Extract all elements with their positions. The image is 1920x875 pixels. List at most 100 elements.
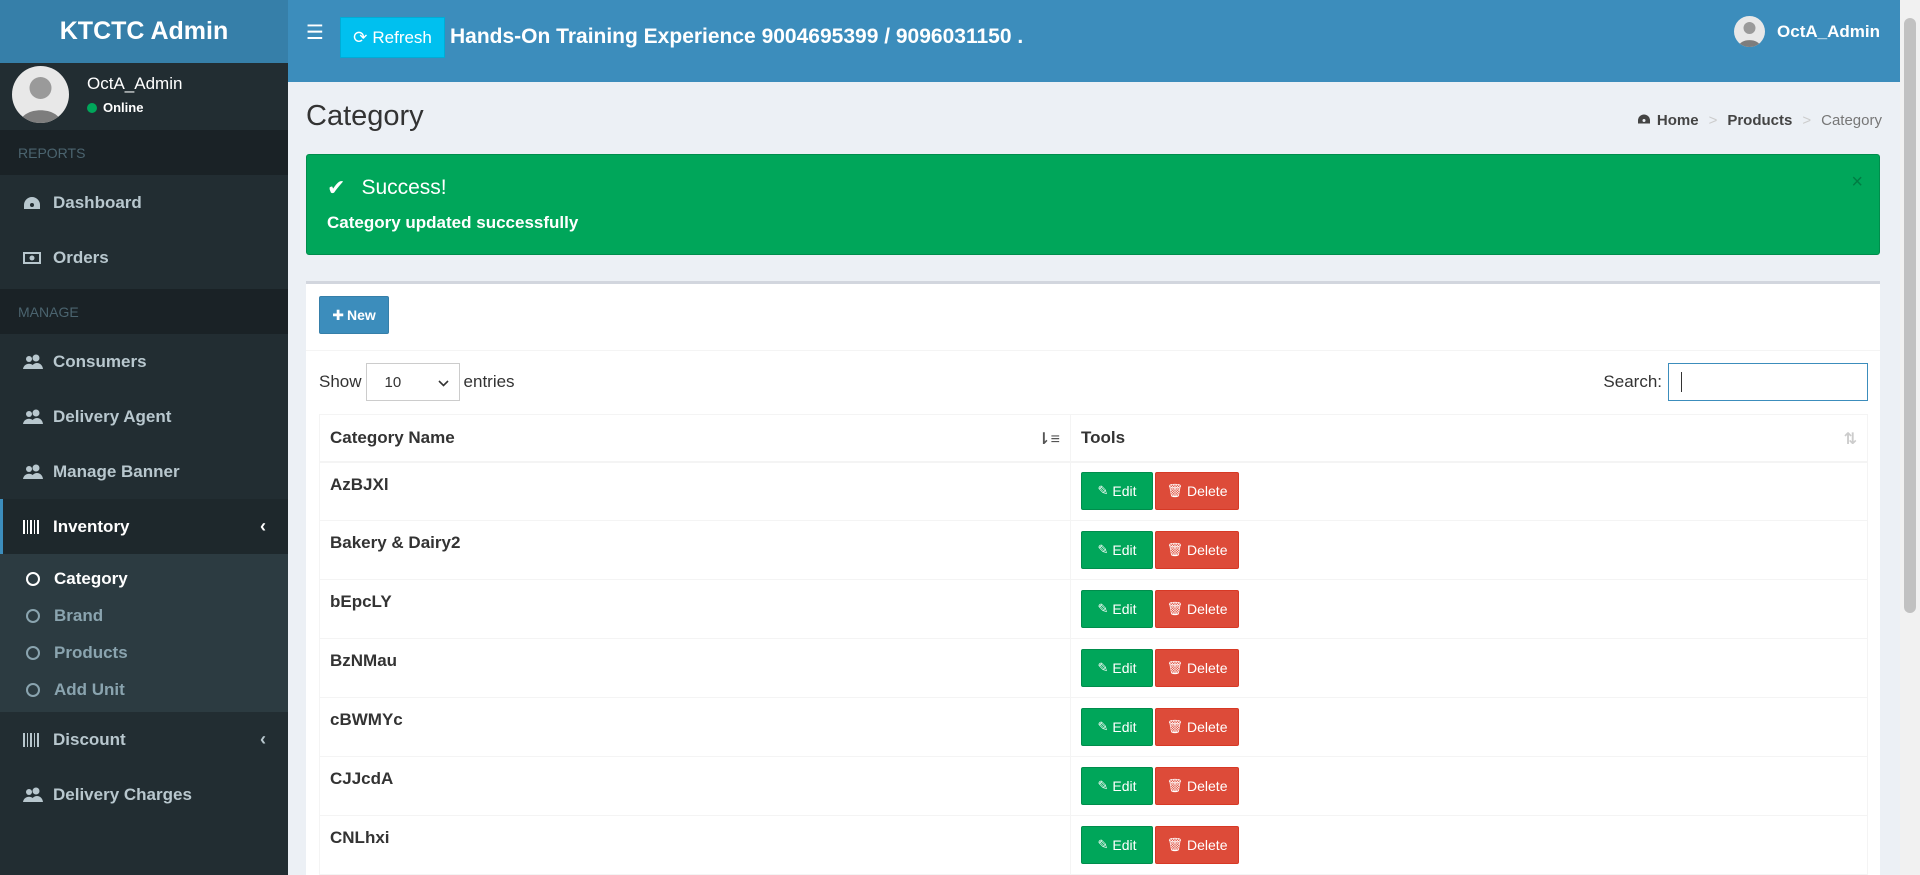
- hamburger-menu-icon[interactable]: ☰: [306, 20, 324, 45]
- header-user-menu[interactable]: OctA_Admin: [1734, 16, 1880, 47]
- delete-button[interactable]: 🗑 Delete: [1155, 649, 1239, 687]
- delete-button[interactable]: 🗑 Delete: [1155, 826, 1239, 864]
- alert-message: Category updated successfully: [327, 213, 579, 232]
- circle-icon: [26, 608, 40, 623]
- online-dot-icon: [87, 102, 97, 113]
- text-caret: [1681, 372, 1682, 392]
- column-header-category-name[interactable]: Category Name ⇂≡: [319, 414, 1071, 463]
- breadcrumb-separator: >: [1708, 112, 1718, 129]
- category-name-cell: BzNMau: [319, 638, 1071, 698]
- edit-icon: ✎: [1097, 778, 1109, 793]
- search-control: Search:: [1603, 363, 1868, 401]
- chevron-left-icon: ‹: [260, 729, 266, 749]
- sidebar-item-label: Orders: [53, 247, 109, 267]
- table-row: cBWMYc ✎ Edit 🗑 Delete: [319, 697, 1868, 757]
- success-alert: ✔ Success! Category updated successfully…: [306, 154, 1880, 255]
- barcode-icon: [23, 732, 45, 747]
- delete-button[interactable]: 🗑 Delete: [1155, 531, 1239, 569]
- breadcrumb-separator: >: [1802, 112, 1812, 129]
- scrollbar-thumb[interactable]: [1904, 18, 1916, 613]
- users-icon: [23, 354, 45, 370]
- sidebar-item-discount[interactable]: Discount ‹: [0, 712, 288, 767]
- sidebar-item-consumers[interactable]: Consumers: [0, 334, 288, 389]
- category-name-cell: bEpcLY: [319, 579, 1071, 639]
- tools-cell: ✎ Edit 🗑 Delete: [1070, 461, 1868, 521]
- category-name-cell: Bakery & Dairy2: [319, 520, 1071, 580]
- table-row: Bakery & Dairy2 ✎ Edit 🗑 Delete: [319, 520, 1868, 580]
- delete-button[interactable]: 🗑 Delete: [1155, 767, 1239, 805]
- circle-icon: [26, 682, 40, 697]
- tools-cell: ✎ Edit 🗑 Delete: [1070, 579, 1868, 639]
- edit-icon: ✎: [1097, 719, 1109, 734]
- header-title: Hands-On Training Experience 9004695399 …: [450, 25, 1024, 48]
- users-icon: [23, 409, 45, 425]
- edit-icon: ✎: [1097, 601, 1109, 616]
- menu-header-reports: REPORTS: [0, 130, 288, 175]
- column-header-tools[interactable]: Tools ⇅: [1070, 414, 1868, 463]
- breadcrumb-home[interactable]: Home: [1657, 112, 1699, 129]
- page-scrollbar[interactable]: [1900, 0, 1920, 875]
- category-name-cell: CJJcdA: [319, 756, 1071, 816]
- dashboard-icon: [1637, 112, 1651, 129]
- sidebar-item-inventory[interactable]: Inventory ‹: [0, 499, 288, 554]
- dashboard-icon: [23, 195, 45, 211]
- trash-icon: 🗑: [1166, 542, 1184, 557]
- delete-button[interactable]: 🗑 Delete: [1155, 472, 1239, 511]
- users-icon: [23, 464, 45, 480]
- page-title: Category: [306, 100, 424, 132]
- sidebar-item-label: Manage Banner: [53, 461, 180, 481]
- table-row: CNLhxi ✎ Edit 🗑 Delete: [319, 815, 1868, 875]
- edit-icon: ✎: [1097, 837, 1109, 852]
- edit-button[interactable]: ✎ Edit: [1081, 472, 1153, 511]
- user-avatar: [12, 66, 69, 123]
- table-row: CJJcdA ✎ Edit 🗑 Delete: [319, 756, 1868, 816]
- entries-select[interactable]: 10: [365, 363, 460, 401]
- delete-button[interactable]: 🗑 Delete: [1155, 590, 1239, 628]
- sidebar-subitem-category[interactable]: Category: [0, 560, 288, 597]
- trash-icon: 🗑: [1166, 483, 1184, 499]
- edit-button[interactable]: ✎ Edit: [1081, 826, 1153, 864]
- edit-button[interactable]: ✎ Edit: [1081, 767, 1153, 805]
- sidebar-item-dashboard[interactable]: Dashboard: [0, 175, 288, 230]
- sidebar-subitem-products[interactable]: Products: [0, 634, 288, 671]
- sidebar-subitem-brand[interactable]: Brand: [0, 597, 288, 634]
- sidebar-item-label: Delivery Charges: [53, 784, 192, 804]
- sidebar-item-delivery-charges[interactable]: Delivery Charges: [0, 767, 288, 822]
- edit-button[interactable]: ✎ Edit: [1081, 590, 1153, 628]
- sidebar-item-orders[interactable]: Orders: [0, 230, 288, 285]
- app-logo[interactable]: KTCTC Admin: [0, 0, 288, 63]
- delete-button[interactable]: 🗑 Delete: [1155, 708, 1239, 746]
- header-avatar: [1734, 16, 1766, 47]
- table-row: BzNMau ✎ Edit 🗑 Delete: [319, 638, 1868, 698]
- alert-title: Success!: [361, 176, 447, 199]
- sidebar-item-manage-banner[interactable]: Manage Banner: [0, 444, 288, 499]
- header-user-name: OctA_Admin: [1777, 21, 1880, 41]
- breadcrumb-products[interactable]: Products: [1727, 112, 1792, 129]
- entries-label: entries: [463, 372, 515, 391]
- category-box: ✚ New Show 10 entries Search: Category N…: [306, 281, 1880, 875]
- tools-cell: ✎ Edit 🗑 Delete: [1070, 697, 1868, 757]
- check-icon: ✔: [327, 175, 346, 200]
- edit-icon: ✎: [1097, 660, 1109, 675]
- sidebar-item-label: Inventory: [53, 516, 130, 536]
- category-name-cell: AzBJXl: [319, 461, 1071, 521]
- inventory-submenu: Category Brand Products Add Unit: [0, 554, 288, 712]
- entries-control: Show 10 entries: [319, 363, 515, 401]
- close-icon[interactable]: ×: [1851, 171, 1863, 194]
- sidebar-item-delivery-agent[interactable]: Delivery Agent: [0, 389, 288, 444]
- edit-button[interactable]: ✎ Edit: [1081, 531, 1153, 569]
- user-name: OctA_Admin: [87, 74, 183, 93]
- trash-icon: 🗑: [1166, 660, 1184, 675]
- edit-button[interactable]: ✎ Edit: [1081, 708, 1153, 746]
- search-input[interactable]: [1668, 363, 1868, 401]
- sidebar-subitem-add-unit[interactable]: Add Unit: [0, 671, 288, 708]
- edit-button[interactable]: ✎ Edit: [1081, 649, 1153, 687]
- new-button[interactable]: ✚ New: [319, 296, 389, 334]
- tools-cell: ✎ Edit 🗑 Delete: [1070, 756, 1868, 816]
- sidebar-item-label: Delivery Agent: [53, 406, 172, 426]
- search-label: Search:: [1603, 372, 1662, 391]
- sidebar-item-label: Dashboard: [53, 192, 142, 212]
- edit-icon: ✎: [1097, 542, 1109, 557]
- trash-icon: 🗑: [1166, 719, 1184, 734]
- refresh-button[interactable]: ⟳ Refresh: [340, 17, 445, 58]
